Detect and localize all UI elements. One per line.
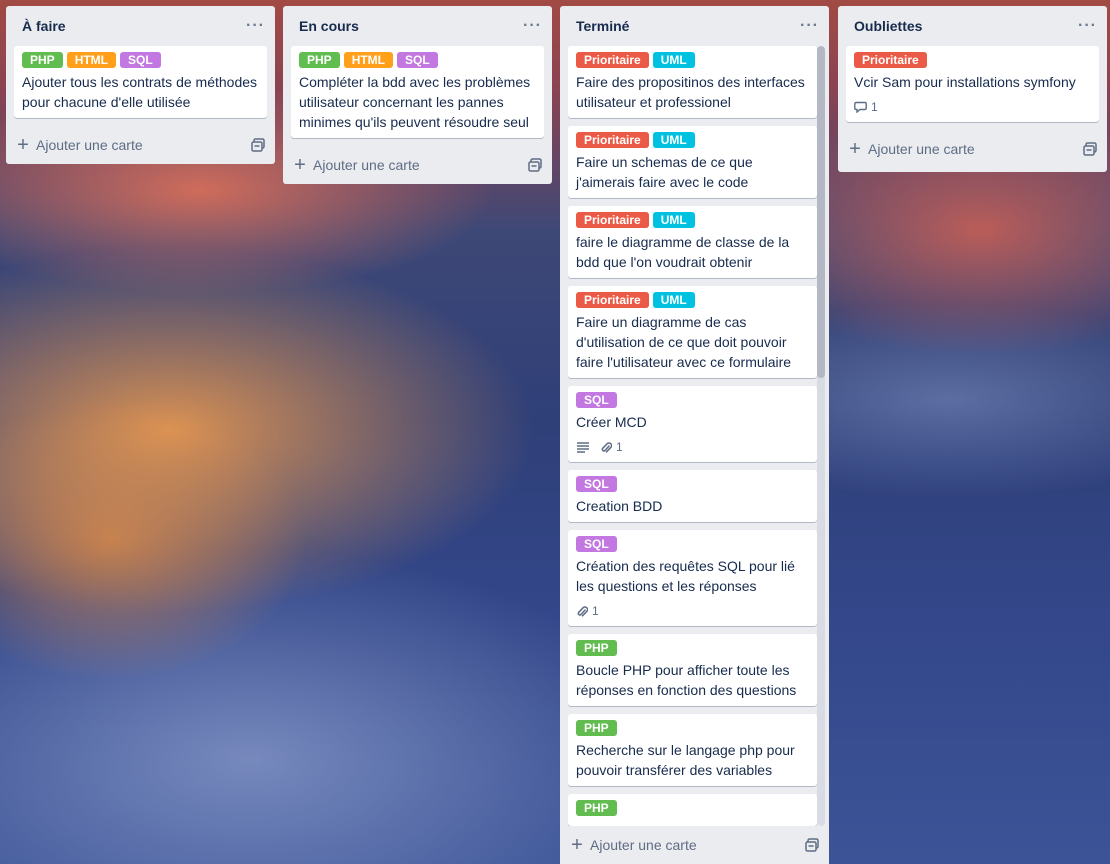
card-title: Créer MCD	[576, 414, 647, 430]
paperclip-icon	[576, 605, 588, 618]
comment-badge: 1	[854, 100, 878, 114]
attachment-badge: 1	[576, 604, 599, 618]
card[interactable]: PHP Recherche sur le langage php pour po…	[568, 714, 817, 786]
attachment-count: 1	[592, 604, 599, 618]
attachment-badge: 1	[600, 440, 623, 454]
card[interactable]: SQL Création des requêtes SQL pour lié l…	[568, 530, 817, 626]
label-prioritaire[interactable]: Prioritaire	[576, 52, 649, 68]
more-menu-icon[interactable]: ···	[523, 18, 542, 34]
list-title[interactable]: En cours	[299, 18, 359, 34]
add-card-label: Ajouter une carte	[590, 837, 697, 853]
card-title: Vcir Sam pour installations symfony	[854, 74, 1076, 90]
comment-count: 1	[871, 100, 878, 114]
card-title: Recherche sur le langage php pour pouvoi…	[576, 742, 795, 778]
card-title: Faire des propositinos des interfaces ut…	[576, 74, 805, 110]
label-sql[interactable]: SQL	[576, 392, 617, 408]
template-card-icon[interactable]	[1083, 142, 1097, 156]
card[interactable]: PHP HTML SQL Compléter la bdd avec les p…	[291, 46, 544, 138]
label-prioritaire[interactable]: Prioritaire	[576, 132, 649, 148]
label-uml[interactable]: UML	[652, 212, 695, 228]
card-title: Faire un diagramme de cas d'utilisation …	[576, 314, 792, 370]
more-menu-icon[interactable]: ···	[1078, 18, 1097, 34]
list-header[interactable]: Oubliettes ···	[838, 6, 1107, 46]
add-card-label: Ajouter une carte	[868, 141, 975, 157]
label-php[interactable]: PHP	[576, 720, 617, 736]
card-title: faire le diagramme de classe de la bdd q…	[576, 234, 790, 270]
label-html[interactable]: HTML	[343, 52, 394, 68]
list-title[interactable]: Oubliettes	[854, 18, 922, 34]
label-php[interactable]: PHP	[576, 800, 617, 816]
card[interactable]: PHP Boucle PHP pour afficher toute les r…	[568, 634, 817, 706]
card-title: Compléter la bdd avec les problèmes util…	[299, 74, 531, 130]
label-prioritaire[interactable]: Prioritaire	[576, 292, 649, 308]
label-php[interactable]: PHP	[22, 52, 63, 68]
list-header[interactable]: En cours ···	[283, 6, 552, 46]
label-uml[interactable]: UML	[652, 52, 695, 68]
label-php[interactable]: PHP	[299, 52, 340, 68]
label-sql[interactable]: SQL	[576, 476, 617, 492]
template-card-icon[interactable]	[528, 158, 542, 172]
card-title: Creation BDD	[576, 498, 663, 514]
label-sql[interactable]: SQL	[120, 52, 161, 68]
card-title: Création des requêtes SQL pour lié les q…	[576, 558, 795, 594]
label-sql[interactable]: SQL	[397, 52, 438, 68]
card[interactable]: Prioritaire UML faire le diagramme de cl…	[568, 206, 817, 278]
card[interactable]: PHP	[568, 794, 817, 826]
card[interactable]: SQL Créer MCD 1	[568, 386, 817, 462]
comment-icon	[854, 101, 867, 113]
add-card-button[interactable]: + Ajouter une carte	[293, 154, 420, 176]
label-prioritaire[interactable]: Prioritaire	[854, 52, 927, 68]
plus-icon: +	[849, 138, 861, 160]
plus-icon: +	[17, 134, 29, 156]
card[interactable]: Prioritaire UML Faire un schemas de ce q…	[568, 126, 817, 198]
add-card-label: Ajouter une carte	[36, 137, 143, 153]
attachment-count: 1	[616, 440, 623, 454]
list-scrollbar[interactable]	[817, 46, 825, 826]
description-icon	[576, 441, 590, 453]
list-title[interactable]: Terminé	[576, 18, 629, 34]
card[interactable]: Prioritaire Vcir Sam pour installations …	[846, 46, 1099, 122]
card[interactable]: SQL Creation BDD	[568, 470, 817, 522]
more-menu-icon[interactable]: ···	[246, 18, 265, 34]
card[interactable]: Prioritaire UML Faire des propositinos d…	[568, 46, 817, 118]
card-title: Boucle PHP pour afficher toute les répon…	[576, 662, 797, 698]
list-en-cours: En cours ··· PHP HTML SQL Compléter la b…	[283, 6, 552, 184]
list-title[interactable]: À faire	[22, 18, 66, 34]
add-card-button[interactable]: + Ajouter une carte	[16, 134, 143, 156]
card-title: Faire un schemas de ce que j'aimerais fa…	[576, 154, 753, 190]
list-header[interactable]: À faire ···	[6, 6, 275, 46]
add-card-button[interactable]: + Ajouter une carte	[848, 138, 975, 160]
list-header[interactable]: Terminé ···	[560, 6, 829, 46]
template-card-icon[interactable]	[805, 838, 819, 852]
label-uml[interactable]: UML	[652, 292, 695, 308]
list-a-faire: À faire ··· PHP HTML SQL Ajouter tous le…	[6, 6, 275, 164]
paperclip-icon	[600, 441, 612, 454]
card[interactable]: PHP HTML SQL Ajouter tous les contrats d…	[14, 46, 267, 118]
label-uml[interactable]: UML	[652, 132, 695, 148]
card-title: Ajouter tous les contrats de méthodes po…	[22, 74, 258, 110]
label-html[interactable]: HTML	[66, 52, 117, 68]
label-php[interactable]: PHP	[576, 640, 617, 656]
add-card-button[interactable]: + Ajouter une carte	[570, 834, 697, 856]
label-sql[interactable]: SQL	[576, 536, 617, 552]
template-card-icon[interactable]	[251, 138, 265, 152]
list-termine: Terminé ··· Prioritaire UML Faire des pr…	[560, 6, 829, 864]
label-prioritaire[interactable]: Prioritaire	[576, 212, 649, 228]
add-card-label: Ajouter une carte	[313, 157, 420, 173]
plus-icon: +	[571, 834, 583, 856]
plus-icon: +	[294, 154, 306, 176]
card[interactable]: Prioritaire UML Faire un diagramme de ca…	[568, 286, 817, 378]
more-menu-icon[interactable]: ···	[800, 18, 819, 34]
scrollbar-thumb[interactable]	[817, 46, 825, 378]
list-oubliettes: Oubliettes ··· Prioritaire Vcir Sam pour…	[838, 6, 1107, 172]
board: À faire ··· PHP HTML SQL Ajouter tous le…	[0, 0, 1110, 864]
